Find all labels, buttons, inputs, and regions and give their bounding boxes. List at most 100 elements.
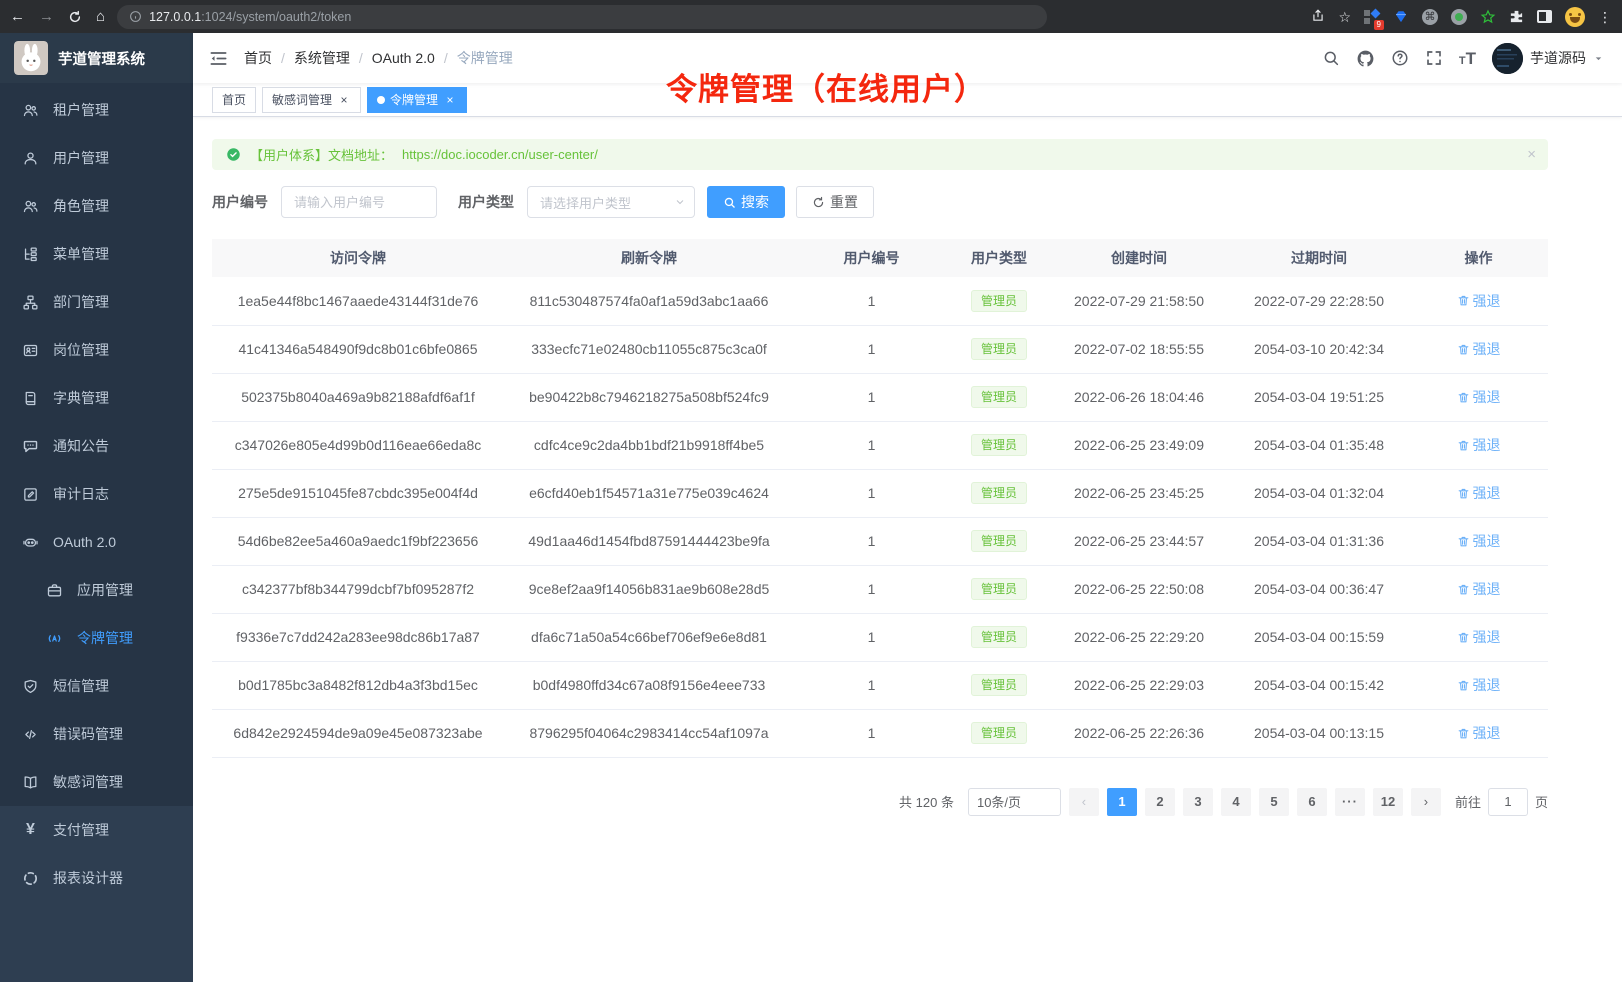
refresh-token-cell: e6cfd40eb1f54571a31e775e039c4624 bbox=[504, 469, 794, 517]
alert-close-icon[interactable]: × bbox=[1527, 146, 1536, 163]
goto-prefix: 前往 bbox=[1455, 792, 1481, 811]
page-button-4[interactable]: 4 bbox=[1221, 788, 1251, 816]
dept-icon bbox=[22, 294, 39, 311]
chevron-down-icon bbox=[674, 196, 686, 208]
browser-reload-icon[interactable] bbox=[68, 10, 82, 24]
sidebar-item-tenant-management[interactable]: 租户管理 bbox=[0, 86, 193, 134]
force-logout-button[interactable]: 强退 bbox=[1457, 435, 1501, 455]
browser-back-icon[interactable]: ← bbox=[10, 8, 25, 25]
sidebar-item-dept-management[interactable]: 部门管理 bbox=[0, 278, 193, 326]
user-type-cell: 管理员 bbox=[949, 277, 1049, 325]
page-button-5[interactable]: 5 bbox=[1259, 788, 1289, 816]
sidebar-item-sms-management[interactable]: 短信管理 bbox=[0, 662, 193, 710]
create-time-cell: 2022-06-25 22:29:03 bbox=[1049, 661, 1229, 709]
sidebar-item-notice-management[interactable]: 通知公告 bbox=[0, 422, 193, 470]
user-id-cell: 1 bbox=[794, 709, 949, 757]
bookmark-star-icon[interactable]: ☆ bbox=[1338, 10, 1351, 24]
tab-close-icon[interactable]: × bbox=[337, 93, 351, 107]
page-button-12[interactable]: 12 bbox=[1373, 788, 1403, 816]
page-size-select[interactable]: 10条/页 bbox=[968, 788, 1061, 816]
user-type-select[interactable]: 请选择用户类型 bbox=[527, 186, 695, 218]
user-id-input[interactable] bbox=[281, 186, 437, 218]
sensitive-icon bbox=[22, 774, 39, 791]
create-time-cell: 2022-06-26 18:04:46 bbox=[1049, 373, 1229, 421]
force-logout-button[interactable]: 强退 bbox=[1457, 579, 1501, 599]
sidebar-item-user-management[interactable]: 用户管理 bbox=[0, 134, 193, 182]
puzzle-extension-icon[interactable] bbox=[1509, 9, 1524, 24]
sidebar-item-report-designer[interactable]: 报表设计器 bbox=[0, 854, 193, 902]
create-time-cell: 2022-06-25 23:49:09 bbox=[1049, 421, 1229, 469]
url-path: :1024/system/oauth2/token bbox=[201, 10, 351, 24]
user-type-cell: 管理员 bbox=[949, 469, 1049, 517]
page-button-2[interactable]: 2 bbox=[1145, 788, 1175, 816]
browser-home-icon[interactable]: ⌂ bbox=[96, 8, 105, 25]
app-logo-row[interactable]: 芋道管理系统 bbox=[0, 33, 193, 83]
prev-page-button[interactable]: ‹ bbox=[1069, 788, 1099, 816]
browser-menu-kebab-icon[interactable]: ⋮ bbox=[1598, 10, 1612, 24]
avatar bbox=[1492, 43, 1523, 74]
sidebar-item-post-management[interactable]: 岗位管理 bbox=[0, 326, 193, 374]
sidebar-item-pay-management[interactable]: ¥支付管理 bbox=[0, 806, 193, 854]
breadcrumb-item[interactable]: OAuth 2.0 bbox=[372, 50, 435, 66]
goto-page-input[interactable] bbox=[1488, 788, 1528, 816]
help-icon[interactable] bbox=[1391, 49, 1409, 67]
page-button-3[interactable]: 3 bbox=[1183, 788, 1213, 816]
force-logout-button[interactable]: 强退 bbox=[1457, 531, 1501, 551]
force-logout-button[interactable]: 强退 bbox=[1457, 387, 1501, 407]
more-pages-button[interactable]: ··· bbox=[1335, 788, 1365, 816]
user-id-cell: 1 bbox=[794, 661, 949, 709]
green-star-extension-icon[interactable] bbox=[1480, 9, 1496, 25]
force-logout-button[interactable]: 强退 bbox=[1457, 723, 1501, 743]
split-view-icon[interactable] bbox=[1537, 10, 1552, 23]
expire-time-cell: 2054-03-04 01:35:48 bbox=[1229, 421, 1409, 469]
page-button-1[interactable]: 1 bbox=[1107, 788, 1137, 816]
share-icon[interactable] bbox=[1311, 8, 1325, 25]
tab-令牌管理[interactable]: 令牌管理× bbox=[367, 87, 467, 113]
github-icon[interactable] bbox=[1356, 49, 1375, 68]
sidebar-item-oauth2-app-management[interactable]: 应用管理 bbox=[0, 566, 193, 614]
breadcrumb-item[interactable]: 系统管理 bbox=[294, 48, 350, 68]
font-size-icon[interactable]: TT bbox=[1459, 50, 1476, 67]
gem-extension-icon[interactable] bbox=[1393, 9, 1409, 24]
expire-time-cell: 2054-03-04 01:31:36 bbox=[1229, 517, 1409, 565]
next-page-button[interactable]: › bbox=[1411, 788, 1441, 816]
doc-link[interactable]: https://doc.iocoder.cn/user-center/ bbox=[402, 147, 598, 162]
extension-grid-icon[interactable]: 9 bbox=[1364, 9, 1380, 25]
sidebar-collapse-icon[interactable] bbox=[209, 49, 228, 68]
force-logout-button[interactable]: 强退 bbox=[1457, 483, 1501, 503]
sidebar-item-oauth2-token-management[interactable]: 令牌管理 bbox=[0, 614, 193, 662]
fullscreen-icon[interactable] bbox=[1425, 49, 1443, 67]
sidebar-item-label: 错误码管理 bbox=[53, 724, 123, 744]
search-button[interactable]: 搜索 bbox=[707, 186, 785, 218]
sidebar-item-role-management[interactable]: 角色管理 bbox=[0, 182, 193, 230]
tab-敏感词管理[interactable]: 敏感词管理× bbox=[262, 87, 361, 113]
user-type-tag: 管理员 bbox=[971, 578, 1027, 600]
force-logout-button[interactable]: 强退 bbox=[1457, 675, 1501, 695]
profile-emoji-avatar[interactable] bbox=[1565, 7, 1585, 27]
user-menu[interactable]: 芋道源码 bbox=[1492, 43, 1604, 74]
tab-close-icon[interactable]: × bbox=[443, 93, 457, 107]
force-logout-button[interactable]: 强退 bbox=[1457, 339, 1501, 359]
sidebar-item-error-code-management[interactable]: 错误码管理 bbox=[0, 710, 193, 758]
sidebar-item-oauth2[interactable]: OAuth 2.0 bbox=[0, 518, 193, 566]
browser-forward-icon[interactable]: → bbox=[39, 8, 54, 25]
page-button-6[interactable]: 6 bbox=[1297, 788, 1327, 816]
recorder-extension-icon[interactable] bbox=[1451, 9, 1467, 25]
sidebar-item-sensitive-word-management[interactable]: 敏感词管理 bbox=[0, 758, 193, 806]
username: 芋道源码 bbox=[1530, 48, 1586, 68]
sidebar-item-dict-management[interactable]: 字典管理 bbox=[0, 374, 193, 422]
command-extension-icon[interactable]: ⌘ bbox=[1422, 9, 1438, 25]
sidebar-item-audit-log[interactable]: 审计日志 bbox=[0, 470, 193, 518]
tree-icon bbox=[22, 246, 39, 263]
expire-time-cell: 2054-03-04 19:51:25 bbox=[1229, 373, 1409, 421]
search-icon[interactable] bbox=[1322, 49, 1340, 67]
reset-button[interactable]: 重置 bbox=[796, 186, 874, 218]
force-logout-button[interactable]: 强退 bbox=[1457, 627, 1501, 647]
sidebar-item-menu-management[interactable]: 菜单管理 bbox=[0, 230, 193, 278]
force-logout-button[interactable]: 强退 bbox=[1457, 291, 1501, 311]
browser-address-bar[interactable]: 127.0.0.1:1024/system/oauth2/token bbox=[117, 5, 1047, 29]
tab-首页[interactable]: 首页 bbox=[212, 87, 256, 113]
breadcrumb-item[interactable]: 首页 bbox=[244, 48, 272, 68]
oauth-icon bbox=[22, 534, 39, 551]
sidebar-item-label: 敏感词管理 bbox=[53, 772, 123, 792]
